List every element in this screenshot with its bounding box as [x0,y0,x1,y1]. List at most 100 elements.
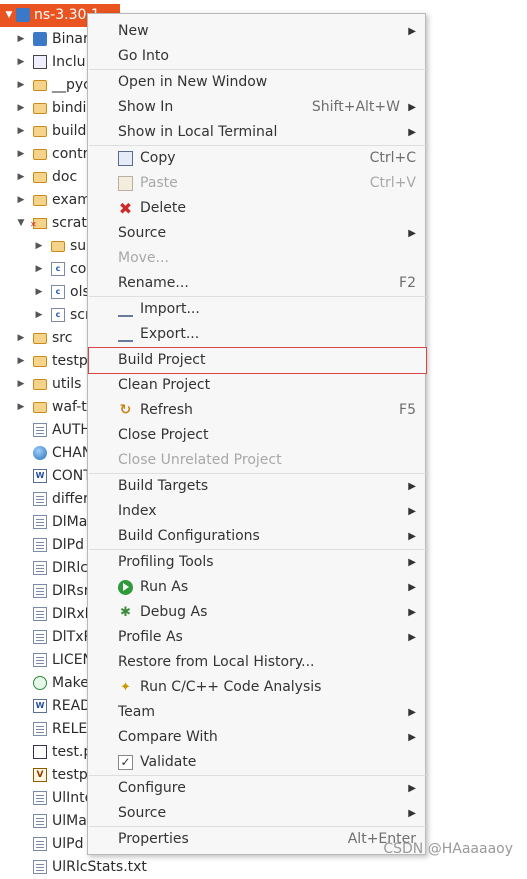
menu-item-restore-from-local-history[interactable]: Restore from Local History... [89,650,426,675]
submenu-arrow-icon: ▶ [408,102,416,113]
python-file-icon [33,745,47,759]
chevron-right-icon[interactable]: ▶ [32,281,46,304]
tree-item-label: DlTxP [52,629,92,645]
text-file-icon [33,492,47,506]
menu-item-profiling-tools[interactable]: Profiling Tools ▶ [89,550,426,575]
menu-item-profile-as[interactable]: Profile As ▶ [89,625,426,650]
tree-item-label: build [52,123,87,139]
chevron-right-icon[interactable]: ▶ [14,51,28,74]
menu-item-team[interactable]: Team ▶ [89,700,426,725]
menu-item-debug-as[interactable]: ✱ Debug As ▶ [89,600,426,625]
delete-icon: ✖ [118,199,133,218]
chevron-right-icon[interactable]: ▶ [32,304,46,327]
text-file-icon [33,515,47,529]
folder-icon [33,80,47,91]
copy-icon [118,151,133,166]
menu-item-show-in[interactable]: Show In Shift+Alt+W ▶ [89,95,426,120]
menu-item-index[interactable]: Index ▶ [89,499,426,524]
text-file-icon [33,423,47,437]
tree-item-label: Make [52,675,89,691]
tree-item-label: UlMa [52,813,87,829]
chevron-right-icon[interactable]: ▶ [32,258,46,281]
tree-item-label: co [70,261,87,277]
folder-icon [33,149,47,160]
text-file-icon [33,791,47,805]
folder-icon [33,195,47,206]
menu-item-run-as[interactable]: Run As ▶ [89,575,426,600]
tree-item-label: __pyc [52,77,91,93]
chevron-right-icon[interactable]: ▶ [14,97,28,120]
folder-icon [33,356,47,367]
chevron-right-icon[interactable]: ▶ [14,189,28,212]
menu-item-clean-project[interactable]: Clean Project [89,373,426,398]
chevron-right-icon[interactable]: ▶ [14,143,28,166]
chevron-right-icon[interactable]: ▶ [14,327,28,350]
menu-item-compare-with[interactable]: Compare With ▶ [89,725,426,750]
chevron-right-icon[interactable]: ▶ [14,350,28,373]
chevron-right-icon[interactable]: ▶ [14,373,28,396]
menu-item-shortcut: Ctrl+V [369,175,416,191]
menu-item-source[interactable]: Source ▶ [89,221,426,246]
submenu-arrow-icon: ▶ [408,707,416,718]
menu-item-build-project[interactable]: Build Project [88,347,427,374]
export-icon [118,327,133,342]
menu-item-rename[interactable]: Rename... F2 [89,271,426,296]
chevron-right-icon[interactable]: ▶ [14,396,28,419]
chevron-right-icon[interactable]: ▶ [14,120,28,143]
binaries-icon [33,32,47,46]
menu-item-build-targets[interactable]: Build Targets ▶ [89,474,426,499]
tree-item-label: differ [52,491,89,507]
menu-item-export[interactable]: Export... [89,322,426,347]
chevron-right-icon[interactable]: ▶ [14,28,28,51]
menu-item-label: Show In [118,99,174,115]
text-file-icon [33,860,47,874]
chevron-down-icon[interactable]: ▼ [14,212,28,235]
menu-item-copy[interactable]: Copy Ctrl+C [89,146,426,171]
menu-item-label: Restore from Local History... [118,654,315,670]
menu-item-run-c-c-code-analysis[interactable]: ✦ Run C/C++ Code Analysis [89,675,426,700]
menu-item-properties[interactable]: Properties Alt+Enter [89,827,426,852]
menu-item-label: Open in New Window [118,74,268,90]
chevron-right-icon[interactable]: ▶ [32,235,46,258]
word-doc-icon: W [33,699,47,713]
menu-item-configure[interactable]: Configure ▶ [89,776,426,801]
watermark: CSDN @HAaaaaoy [383,841,513,857]
submenu-arrow-icon: ▶ [408,506,416,517]
menu-item-import[interactable]: Import... [89,297,426,322]
menu-item-source[interactable]: Source ▶ [89,801,426,826]
menu-item-show-in-local-terminal[interactable]: Show in Local Terminal ▶ [89,120,426,145]
menu-item-validate[interactable]: ✓ Validate [89,750,426,775]
refresh-icon: ↻ [119,402,132,418]
menu-item-label: Run C/C++ Code Analysis [140,679,322,695]
menu-item-open-in-new-window[interactable]: Open in New Window [89,70,426,95]
makefile-icon [33,676,47,690]
submenu-arrow-icon: ▶ [408,582,416,593]
menu-item-go-into[interactable]: Go Into [89,44,426,69]
menu-item-label: Team [118,704,156,720]
menu-item-move: Move... [89,246,426,271]
menu-item-label: Refresh [140,402,193,418]
menu-item-close-unrelated-project: Close Unrelated Project [89,448,426,473]
chevron-right-icon[interactable]: ▶ [14,74,28,97]
tree-item-label: testp [52,767,88,783]
menu-item-delete[interactable]: ✖ Delete [89,196,426,221]
menu-item-build-configurations[interactable]: Build Configurations ▶ [89,524,426,549]
menu-item-label: Rename... [118,275,189,291]
text-file-icon [33,584,47,598]
tree-item-label: src [52,330,73,346]
menu-item-label: Import... [140,301,200,317]
menu-item-shortcut: F2 [399,275,416,291]
text-file-icon [33,538,47,552]
menu-item-label: Go Into [118,48,169,64]
chevron-right-icon[interactable]: ▶ [14,166,28,189]
chevron-down-icon[interactable]: ▼ [2,4,16,27]
menu-item-label: Source [118,805,167,821]
menu-item-close-project[interactable]: Close Project [89,423,426,448]
menu-item-label: Profile As [118,629,183,645]
c-source-error-icon: c [51,285,65,299]
menu-item-label: Index [118,503,157,519]
submenu-arrow-icon: ▶ [408,783,416,794]
menu-item-refresh[interactable]: ↻ Refresh F5 [89,398,426,423]
submenu-arrow-icon: ▶ [408,732,416,743]
menu-item-new[interactable]: New ▶ [89,19,426,44]
